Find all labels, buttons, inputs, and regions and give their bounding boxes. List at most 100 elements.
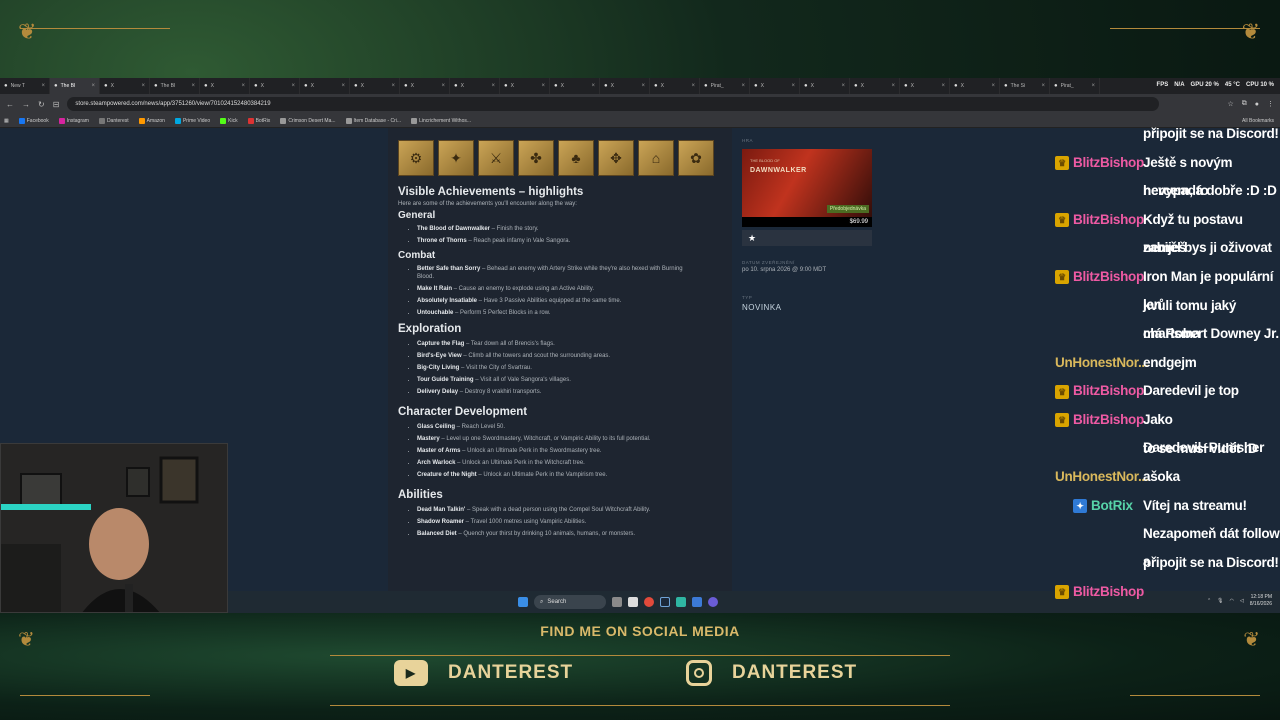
steam-icon[interactable] xyxy=(660,597,670,607)
bookmark-star-icon[interactable]: ☆ xyxy=(1227,100,1233,108)
browser-tab[interactable]: ● X × xyxy=(800,78,850,94)
app-icon[interactable] xyxy=(692,597,702,607)
tab-favicon-icon: ● xyxy=(954,83,958,89)
chat-username[interactable]: BlitzBishop xyxy=(1073,269,1144,284)
bookmark-item[interactable]: Danterest xyxy=(98,117,129,124)
tab-favicon-icon: ● xyxy=(854,83,858,89)
browser-tab[interactable]: ● X × xyxy=(850,78,900,94)
achievement-desc: – Climb all the towers and scout the sur… xyxy=(461,353,611,359)
achievement-name: Bird's-Eye View xyxy=(417,353,462,359)
close-icon[interactable]: × xyxy=(941,83,945,89)
taskbar-search[interactable]: ⌕ Search xyxy=(534,595,606,609)
close-icon[interactable]: × xyxy=(691,83,695,89)
chrome-icon[interactable] xyxy=(644,597,654,607)
file-explorer-icon[interactable] xyxy=(628,597,638,607)
forward-icon[interactable]: → xyxy=(22,100,30,109)
close-icon[interactable]: × xyxy=(1041,83,1045,89)
browser-tab[interactable]: ● X × xyxy=(750,78,800,94)
discord-icon[interactable] xyxy=(708,597,718,607)
browser-tab[interactable]: ● X × xyxy=(500,78,550,94)
browser-tab[interactable]: ● X × xyxy=(250,78,300,94)
back-icon[interactable]: ← xyxy=(6,100,14,109)
game-title: DAWNWALKER xyxy=(750,167,807,174)
url-field[interactable]: store.steampowered.com/news/app/3751260/… xyxy=(67,97,1160,111)
site-info-icon[interactable]: ⊟ xyxy=(53,100,60,109)
close-icon[interactable]: × xyxy=(541,83,545,89)
bookmark-item[interactable]: Item Database - Cri... xyxy=(345,117,401,124)
browser-tab[interactable]: ● The Si × xyxy=(1000,78,1050,94)
browser-tab[interactable]: ● X × xyxy=(650,78,700,94)
bookmark-item[interactable]: Instagram xyxy=(58,117,89,124)
chat-username[interactable]: BlitzBishop xyxy=(1073,412,1144,427)
bookmark-item[interactable]: Facebook xyxy=(18,117,49,124)
follow-star-button[interactable]: ★ xyxy=(742,230,872,246)
chat-username[interactable]: UnHonestNor... xyxy=(1055,355,1149,370)
task-view-icon[interactable] xyxy=(612,597,622,607)
close-icon[interactable]: × xyxy=(841,83,845,89)
browser-tab[interactable]: ● New T × xyxy=(0,78,50,94)
browser-tab[interactable]: ● X × xyxy=(900,78,950,94)
tab-label: X xyxy=(460,83,464,89)
achievement-desc: Blood. xyxy=(417,274,435,280)
close-icon[interactable]: × xyxy=(291,83,295,89)
chat-username[interactable]: UnHonestNor... xyxy=(1055,469,1149,484)
close-icon[interactable]: × xyxy=(441,83,445,89)
apps-icon[interactable]: ▦ xyxy=(4,118,9,124)
close-icon[interactable]: × xyxy=(891,83,895,89)
close-icon[interactable]: × xyxy=(991,83,995,89)
browser-tab[interactable]: ● X × xyxy=(600,78,650,94)
extensions-icon[interactable]: ⧉ xyxy=(1242,100,1247,108)
close-icon[interactable]: × xyxy=(1091,83,1095,89)
gold-divider xyxy=(1110,28,1260,29)
browser-tab[interactable]: ● X × xyxy=(450,78,500,94)
chat-username[interactable]: BotRix xyxy=(1091,498,1133,513)
chat-username[interactable]: BlitzBishop xyxy=(1073,212,1144,227)
close-icon[interactable]: × xyxy=(591,83,595,89)
close-icon[interactable]: × xyxy=(791,83,795,89)
bookmark-item[interactable]: Amazon xyxy=(138,117,165,124)
reload-icon[interactable]: ↻ xyxy=(38,100,45,109)
chat-username[interactable]: BlitzBishop xyxy=(1073,383,1144,398)
browser-tab[interactable]: ● Pirat_ × xyxy=(700,78,750,94)
achievement-list: The Blood of Dawnwalker – Finish the sto… xyxy=(398,223,722,247)
close-icon[interactable]: × xyxy=(41,83,45,89)
browser-tab[interactable]: ● The Bl × xyxy=(150,78,200,94)
browser-tab[interactable]: ● X × xyxy=(950,78,1000,94)
close-icon[interactable]: × xyxy=(91,83,95,89)
app-icon[interactable] xyxy=(676,597,686,607)
youtube-link[interactable]: ▶ DANTEREST xyxy=(394,660,573,686)
close-icon[interactable]: × xyxy=(241,83,245,89)
close-icon[interactable]: × xyxy=(391,83,395,89)
browser-tab[interactable]: ● X × xyxy=(300,78,350,94)
close-icon[interactable]: × xyxy=(341,83,345,89)
bookmark-item[interactable]: Prime Video xyxy=(174,117,210,124)
bookmark-item[interactable]: Lincrichement Withos... xyxy=(411,117,471,124)
game-capsule[interactable]: THE BLOOD OF DAWNWALKER Předobjednávka $… xyxy=(742,149,872,227)
windows-start-icon[interactable] xyxy=(518,597,528,607)
bookmark-item[interactable]: BotRix xyxy=(247,117,270,124)
close-icon[interactable]: × xyxy=(191,83,195,89)
chat-panel: připojit se na Discord! ♛ BlitzBishop Ještě… xyxy=(1055,120,1280,613)
achievement-item: Big-City Living – Visit the City of Svar… xyxy=(417,362,722,374)
achievement-item: Shadow Roamer – Travel 1000 metres using… xyxy=(417,516,722,528)
bookmark-item[interactable]: Kick xyxy=(220,117,238,124)
browser-tab[interactable]: ● Pirat_ × xyxy=(1050,78,1100,94)
browser-tab[interactable]: ● X × xyxy=(350,78,400,94)
chat-username[interactable]: BlitzBishop xyxy=(1073,155,1144,170)
browser-tab[interactable]: ● X × xyxy=(400,78,450,94)
browser-tab[interactable]: ● X × xyxy=(550,78,600,94)
close-icon[interactable]: × xyxy=(741,83,745,89)
achievement-item: Bird's-Eye View – Climb all the towers a… xyxy=(417,350,722,362)
chat-text: má Robert Downey Jr. xyxy=(1143,326,1279,342)
menu-icon[interactable]: ⋮ xyxy=(1267,100,1274,108)
browser-tab[interactable]: ● The Bl × xyxy=(50,78,100,94)
close-icon[interactable]: × xyxy=(141,83,145,89)
profile-icon[interactable]: ● xyxy=(1255,101,1259,108)
browser-tab[interactable]: ● X × xyxy=(100,78,150,94)
instagram-link[interactable]: DANTEREST xyxy=(686,660,857,686)
close-icon[interactable]: × xyxy=(491,83,495,89)
browser-tab[interactable]: ● X × xyxy=(200,78,250,94)
chat-username[interactable]: BlitzBishop xyxy=(1073,584,1144,599)
close-icon[interactable]: × xyxy=(641,83,645,89)
bookmark-item[interactable]: Crimson Desert Ma... xyxy=(280,117,336,124)
